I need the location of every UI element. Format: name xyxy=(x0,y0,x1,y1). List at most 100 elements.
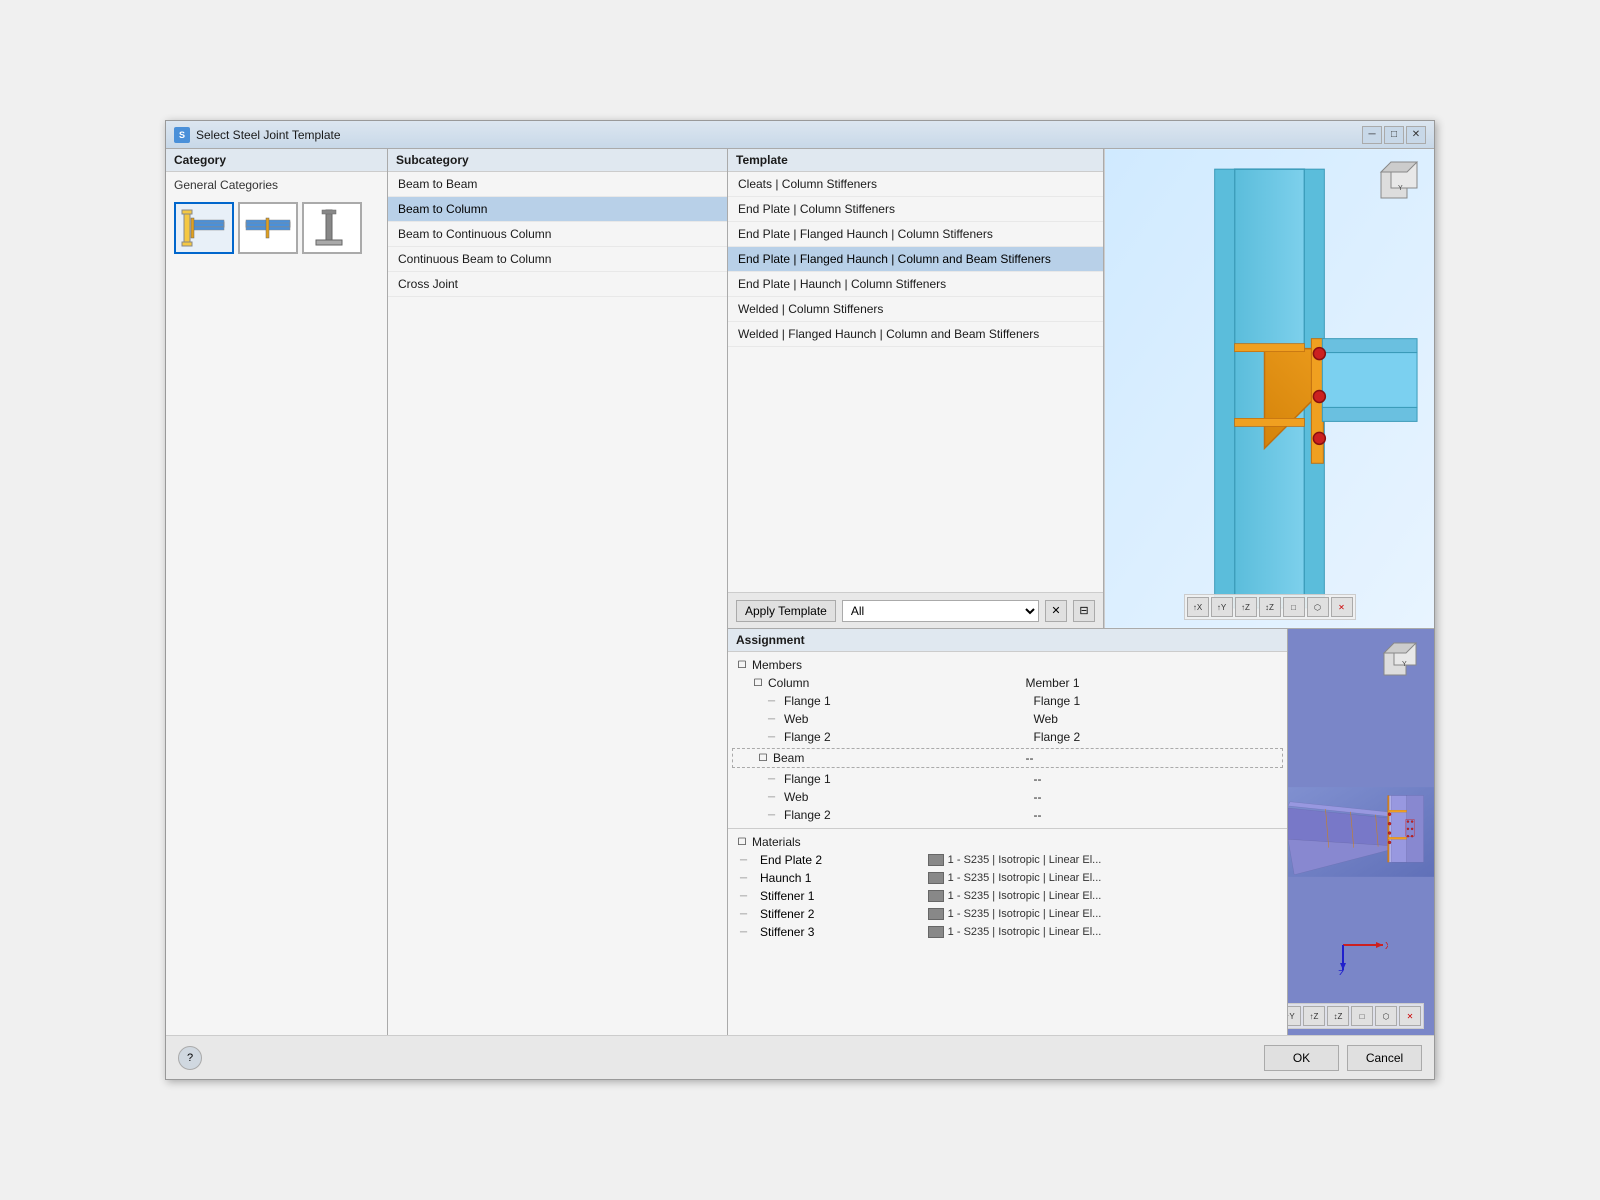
col-flange1-node: ─ Flange 1 Flange 1 xyxy=(728,692,1287,710)
view-box-btn[interactable]: □ xyxy=(1283,597,1305,617)
subcategory-continuous-beam-to-column[interactable]: Continuous Beam to Column xyxy=(388,247,727,272)
template-item-4[interactable]: End Plate | Haunch | Column Stiffeners xyxy=(728,272,1103,297)
mat-color-2 xyxy=(928,890,944,902)
column-toggle[interactable]: ☐ xyxy=(752,677,764,689)
col-flange2-value: Flange 2 xyxy=(1034,730,1280,744)
category-header: Category xyxy=(166,149,387,172)
title-bar: S Select Steel Joint Template ─ □ ✕ xyxy=(166,121,1434,149)
template-header: Template xyxy=(728,149,1103,172)
view-shaded-btn[interactable]: ⬡ xyxy=(1307,597,1329,617)
x-axis-label: X xyxy=(1385,941,1388,952)
app-icon: S xyxy=(174,127,190,143)
beam-toggle[interactable]: ☐ xyxy=(757,752,769,764)
beam-flange2-label: Flange 2 xyxy=(784,808,1030,822)
nav-cube-small-svg: Y xyxy=(1380,639,1424,683)
apply-template-dropdown[interactable]: All Selected xyxy=(842,600,1039,622)
category-panel: Category General Categories xyxy=(166,149,388,1035)
mat-label-2: Stiffener 1 xyxy=(760,889,924,903)
template-item-0[interactable]: Cleats | Column Stiffeners xyxy=(728,172,1103,197)
mat-label-0: End Plate 2 xyxy=(760,853,924,867)
apply-template-button[interactable]: Apply Template xyxy=(736,600,836,622)
subcategory-header: Subcategory xyxy=(388,149,727,172)
beam-column-icon xyxy=(180,208,228,248)
view-z-btn-b[interactable]: ↑Z xyxy=(1303,1006,1325,1026)
col-flange2-node: ─ Flange 2 Flange 2 xyxy=(728,728,1287,746)
col-web-node: ─ Web Web xyxy=(728,710,1287,728)
assignment-header: Assignment xyxy=(728,629,1287,652)
3d-preview-bottom: Y X xyxy=(1288,629,1434,1035)
members-toggle[interactable]: ☐ xyxy=(736,659,748,671)
top-right: Template Cleats | Column Stiffeners End … xyxy=(728,149,1434,629)
mat-label-4: Stiffener 3 xyxy=(760,925,924,939)
view-zz-btn[interactable]: ↕Z xyxy=(1259,597,1281,617)
subcategory-panel: Subcategory Beam to Beam Beam to Column … xyxy=(388,149,728,1035)
subcategory-beam-to-beam[interactable]: Beam to Beam xyxy=(388,172,727,197)
maximize-button[interactable]: □ xyxy=(1384,126,1404,144)
view-y-btn[interactable]: ↑Y xyxy=(1211,597,1233,617)
3d-preview-top: Y ↑X ↑Y ↑Z ↕Z □ ⬡ ✕ xyxy=(1104,149,1434,628)
view-box-btn-b[interactable]: □ xyxy=(1351,1006,1373,1026)
clear-template-button[interactable]: ✕ xyxy=(1045,600,1067,622)
mat-row-0: ─ End Plate 2 1 - S235 | Isotropic | Lin… xyxy=(728,851,1287,869)
export-template-button[interactable]: ⊟ xyxy=(1073,600,1095,622)
members-node: ☐ Members xyxy=(728,656,1287,674)
axes-svg: X Z xyxy=(1328,915,1388,975)
window-controls: ─ □ ✕ xyxy=(1362,126,1426,144)
assignment-panel: Assignment ☐ Members ☐ Column Member 1 xyxy=(728,629,1288,1035)
mat-color-1 xyxy=(928,872,944,884)
main-window: S Select Steel Joint Template ─ □ ✕ Cate… xyxy=(165,120,1435,1080)
view-reset-btn-b[interactable]: ✕ xyxy=(1399,1006,1421,1026)
cancel-button[interactable]: Cancel xyxy=(1347,1045,1422,1071)
materials-toggle[interactable]: ☐ xyxy=(736,836,748,848)
view-shaded-btn-b[interactable]: ⬡ xyxy=(1375,1006,1397,1026)
beam-value: -- xyxy=(1026,751,1275,765)
template-item-2[interactable]: End Plate | Flanged Haunch | Column Stif… xyxy=(728,222,1103,247)
col-web-value: Web xyxy=(1034,712,1280,726)
mat-value-1: 1 - S235 | Isotropic | Linear El... xyxy=(948,872,1275,884)
window-footer: ? OK Cancel xyxy=(166,1035,1434,1079)
col-flange2-label: Flange 2 xyxy=(784,730,1030,744)
general-categories-label: General Categories xyxy=(166,172,387,198)
column-value: Member 1 xyxy=(1026,676,1280,690)
mat-row-2: ─ Stiffener 1 1 - S235 | Isotropic | Lin… xyxy=(728,887,1287,905)
toolbar-3d-top: ↑X ↑Y ↑Z ↕Z □ ⬡ ✕ xyxy=(1184,594,1356,620)
navigation-cube-bottom[interactable]: Y xyxy=(1380,639,1424,683)
template-item-1[interactable]: End Plate | Column Stiffeners xyxy=(728,197,1103,222)
subcategory-cross-joint[interactable]: Cross Joint xyxy=(388,272,727,297)
navigation-cube-top[interactable]: Y xyxy=(1376,157,1426,207)
mat-color-4 xyxy=(928,926,944,938)
view-z-btn[interactable]: ↑Z xyxy=(1235,597,1257,617)
view-y-btn-b[interactable]: ↑Y xyxy=(1288,1006,1301,1026)
window-title: Select Steel Joint Template xyxy=(196,128,1362,142)
column-node: ☐ Column Member 1 xyxy=(728,674,1287,692)
template-item-5[interactable]: Welded | Column Stiffeners xyxy=(728,297,1103,322)
subcategory-beam-to-column[interactable]: Beam to Column xyxy=(388,197,727,222)
toolbar-3d-bottom: ⬆ 📷 ↑X ↑Y ↑Z ↕Z □ ⬡ ✕ xyxy=(1288,1003,1424,1029)
category-icon-2[interactable] xyxy=(238,202,298,254)
col-flange1-value: Flange 1 xyxy=(1034,694,1280,708)
close-button[interactable]: ✕ xyxy=(1406,126,1426,144)
beam-web-value: -- xyxy=(1034,790,1280,804)
view-reset-btn[interactable]: ✕ xyxy=(1331,597,1353,617)
mat-value-3: 1 - S235 | Isotropic | Linear El... xyxy=(948,908,1275,920)
ok-button[interactable]: OK xyxy=(1264,1045,1339,1071)
help-button[interactable]: ? xyxy=(178,1046,202,1070)
view-x-btn[interactable]: ↑X xyxy=(1187,597,1209,617)
beam-beam-icon xyxy=(244,208,292,248)
minimize-button[interactable]: ─ xyxy=(1362,126,1382,144)
view-zz-btn-b[interactable]: ↕Z xyxy=(1327,1006,1349,1026)
bottom-panel: Assignment ☐ Members ☐ Column Member 1 xyxy=(728,629,1434,1035)
category-icon-3[interactable] xyxy=(302,202,362,254)
template-footer: Apply Template All Selected ✕ ⊟ xyxy=(728,592,1103,628)
svg-text:Y: Y xyxy=(1398,185,1403,192)
category-icon-1[interactable] xyxy=(174,202,234,254)
template-item-3[interactable]: End Plate | Flanged Haunch | Column and … xyxy=(728,247,1103,272)
mat-label-1: Haunch 1 xyxy=(760,871,924,885)
beam-flange1-node: ─ Flange 1 -- xyxy=(728,770,1287,788)
beam-flange2-value: -- xyxy=(1034,808,1280,822)
beam-flange2-node: ─ Flange 2 -- xyxy=(728,806,1287,824)
subcategory-beam-to-continuous-column[interactable]: Beam to Continuous Column xyxy=(388,222,727,247)
template-item-6[interactable]: Welded | Flanged Haunch | Column and Bea… xyxy=(728,322,1103,347)
right-panel: Template Cleats | Column Stiffeners End … xyxy=(728,149,1434,1035)
preview-bottom-inner: Y X xyxy=(1288,629,1434,1035)
